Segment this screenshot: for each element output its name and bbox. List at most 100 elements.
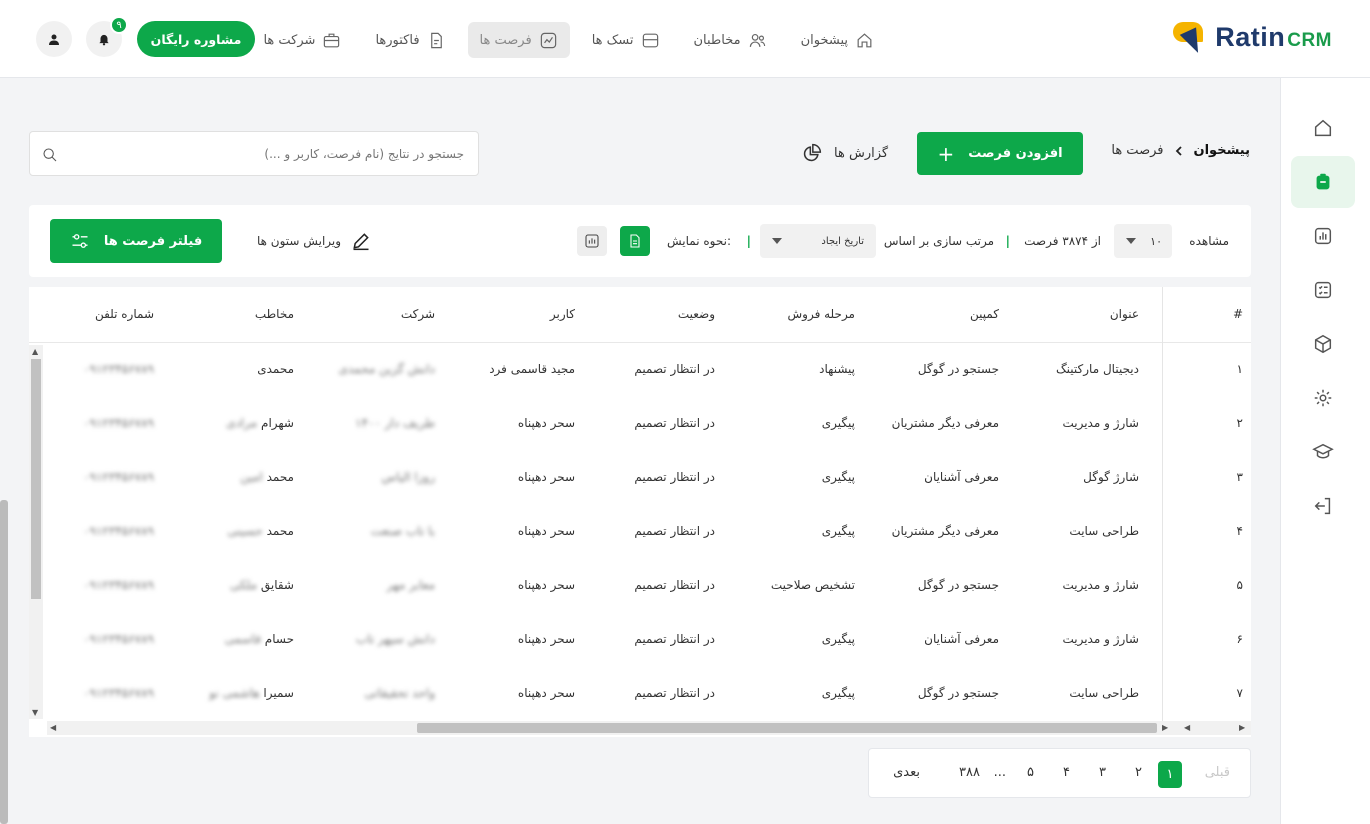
vertical-scroll-thumb[interactable]: [31, 359, 41, 599]
page-button-last[interactable]: ۳۸۸: [959, 765, 980, 780]
table-row[interactable]: ۴ طراحی سایت معرفی دیگر مشتریان پیگیری در ان…: [29, 505, 1251, 559]
list-view-button[interactable]: [620, 226, 650, 256]
table-row[interactable]: ۱ دیجیتال مارکتینگ جستجو در گوگل پیشنهاد در …: [29, 343, 1251, 397]
search-input[interactable]: [84, 142, 464, 166]
nav-item-tasks[interactable]: تسک ها: [580, 22, 672, 58]
logout-icon: [1314, 497, 1331, 515]
page-button-1[interactable]: ۱: [1158, 761, 1182, 788]
reports-button[interactable]: گزارش ها: [802, 143, 888, 163]
cell-stage: پیگیری: [821, 416, 855, 430]
table-row[interactable]: ۳ شارژ گوگل معرفی آشنایان پیگیری در انتظار ت…: [29, 451, 1251, 505]
contact-first-name: محمد: [266, 524, 294, 538]
total-count-text: از ۳۸۷۴ فرصت: [1024, 234, 1101, 248]
nav-item-dashboard[interactable]: پیشخوان: [789, 22, 886, 58]
scroll-right-arrow-icon[interactable]: ▶: [1162, 723, 1168, 732]
page-button-3[interactable]: ۳: [1099, 765, 1106, 780]
horizontal-scroll-thumb[interactable]: [417, 723, 1157, 733]
nav-item-opportunities[interactable]: فرصت ها: [467, 22, 570, 58]
col-header-status[interactable]: وضعیت: [678, 307, 715, 321]
gear-icon: [1314, 389, 1332, 407]
page-button-5[interactable]: ۵: [1027, 765, 1034, 780]
scroll-down-arrow-icon[interactable]: ▼: [32, 708, 38, 717]
cell-user: سحر دهپناه: [517, 686, 575, 700]
search-icon[interactable]: [42, 147, 58, 163]
free-consult-button[interactable]: مشاوره رایگان: [137, 21, 255, 57]
col-header-phone[interactable]: شماره تلفن: [95, 307, 154, 321]
row-number: ۲: [1236, 416, 1243, 430]
cell-phone: ۰۹۱۲۳۴۵۶۷۸۹: [83, 362, 154, 376]
edit-columns-button[interactable]: ویرایش ستون ها: [257, 205, 371, 277]
cell-status: در انتظار تصمیم: [634, 524, 715, 538]
cell-title: طراحی سایت: [1069, 686, 1139, 700]
col-header-contact[interactable]: مخاطب: [255, 307, 294, 321]
sidebar-item-dashboard[interactable]: [1291, 102, 1355, 154]
side-bar: [1280, 78, 1370, 824]
cell-company: دانش گزین محمدی: [338, 362, 435, 376]
table-row[interactable]: ۵ شارژ و مدیریت جستجو در گوگل تشخیص صلاحیت د…: [29, 559, 1251, 613]
contact-first-name: شهرام: [261, 416, 294, 430]
bell-icon: [99, 34, 109, 46]
opportunities-icon: [1316, 173, 1330, 190]
notifications-button[interactable]: ۹: [86, 16, 128, 57]
table-row[interactable]: ۲ شارژ و مدیریت معرفی دیگر مشتریان پیگیری در…: [29, 397, 1251, 451]
col-header-hash[interactable]: #: [1233, 307, 1243, 321]
per-page-select[interactable]: ۱۰: [1114, 224, 1172, 258]
prev-page-button[interactable]: قبلی: [1205, 765, 1230, 780]
col-header-stage[interactable]: مرحله فروش: [788, 307, 856, 321]
cell-phone: ۰۹۱۲۳۴۵۶۷۸۹: [83, 524, 154, 538]
user-avatar-button[interactable]: [36, 21, 72, 57]
col-header-company[interactable]: شرکت: [401, 307, 435, 321]
contact-last-name-redacted: قاسمی: [224, 632, 261, 646]
page-scrollbar-thumb[interactable]: [0, 500, 8, 824]
nav-item-companies[interactable]: شرکت ها: [251, 22, 353, 58]
contact-last-name-redacted: هاشمی نو: [209, 686, 260, 700]
chart-view-button[interactable]: [577, 226, 607, 256]
breadcrumb-home[interactable]: پیشخوان: [1194, 143, 1251, 158]
table-horizontal-scrollbar[interactable]: ◀ ▶ ◀ ▶: [47, 721, 1251, 735]
page-button-4[interactable]: ۴: [1063, 765, 1070, 780]
row-number: ۳: [1236, 470, 1243, 484]
filter-sliders-icon: [72, 234, 88, 248]
page-button-2[interactable]: ۲: [1135, 765, 1142, 780]
cell-campaign: جستجو در گوگل: [917, 362, 999, 376]
opportunities-table: # عنوان کمپین مرحله فروش وضعیت کاربر شرک…: [29, 287, 1251, 737]
next-page-button[interactable]: بعدی: [893, 765, 920, 780]
cell-stage: پیشنهاد: [819, 362, 855, 376]
graduation-cap-icon: [1312, 443, 1334, 459]
col-header-title[interactable]: عنوان: [1110, 307, 1139, 321]
nav-item-invoices[interactable]: فاکتورها: [363, 22, 457, 58]
sidebar-item-logout[interactable]: [1291, 480, 1355, 532]
add-opportunity-button[interactable]: افزودن فرصت +: [917, 132, 1083, 175]
table-row[interactable]: ۶ شارژ و مدیریت معرفی آشنایان پیگیری در انتظ…: [29, 613, 1251, 667]
filter-opportunities-button[interactable]: فیلتر فرصت ها: [50, 219, 222, 263]
cell-stage: پیگیری: [821, 524, 855, 538]
table-row[interactable]: ۷ طراحی سایت جستجو در گوگل پیگیری در انتظار …: [29, 667, 1251, 721]
home-icon: [1314, 119, 1332, 137]
cell-campaign: جستجو در گوگل: [917, 686, 999, 700]
sidebar-item-settings[interactable]: [1291, 372, 1355, 424]
sidebar-item-tasks[interactable]: [1291, 264, 1355, 316]
cell-title: دیجیتال مارکتینگ: [1055, 362, 1139, 376]
chart-icon: [540, 32, 556, 48]
table-vertical-scrollbar[interactable]: ▲ ▼: [29, 345, 43, 719]
cell-phone: ۰۹۱۲۳۴۵۶۷۸۹: [83, 416, 154, 430]
col-header-campaign[interactable]: کمپین: [970, 307, 999, 321]
nav-item-contacts[interactable]: مخاطبان: [682, 22, 779, 58]
notification-badge: ۹: [110, 16, 128, 34]
contact-first-name: شقایق: [260, 578, 294, 592]
scroll-left-arrow-icon[interactable]: ◀: [50, 723, 56, 732]
sort-select[interactable]: تاریخ ایجاد: [760, 224, 876, 258]
cell-company: با تاب صنعت: [370, 524, 435, 538]
scroll-right-arrow-icon[interactable]: ▶: [1239, 723, 1245, 732]
sidebar-item-products[interactable]: [1291, 318, 1355, 370]
cell-campaign: جستجو در گوگل: [917, 578, 999, 592]
sidebar-item-reports[interactable]: [1291, 210, 1355, 262]
app-logo[interactable]: Ratin CRM: [1173, 20, 1332, 57]
contact-first-name: سمیرا: [263, 686, 294, 700]
sidebar-item-opportunities[interactable]: [1291, 156, 1355, 208]
scroll-left-arrow-icon[interactable]: ◀: [1184, 723, 1190, 732]
sidebar-item-academy[interactable]: [1291, 426, 1355, 478]
col-header-user[interactable]: کاربر: [550, 307, 575, 321]
scroll-up-arrow-icon[interactable]: ▲: [32, 347, 38, 356]
filter-label: فیلتر فرصت ها: [103, 233, 203, 249]
